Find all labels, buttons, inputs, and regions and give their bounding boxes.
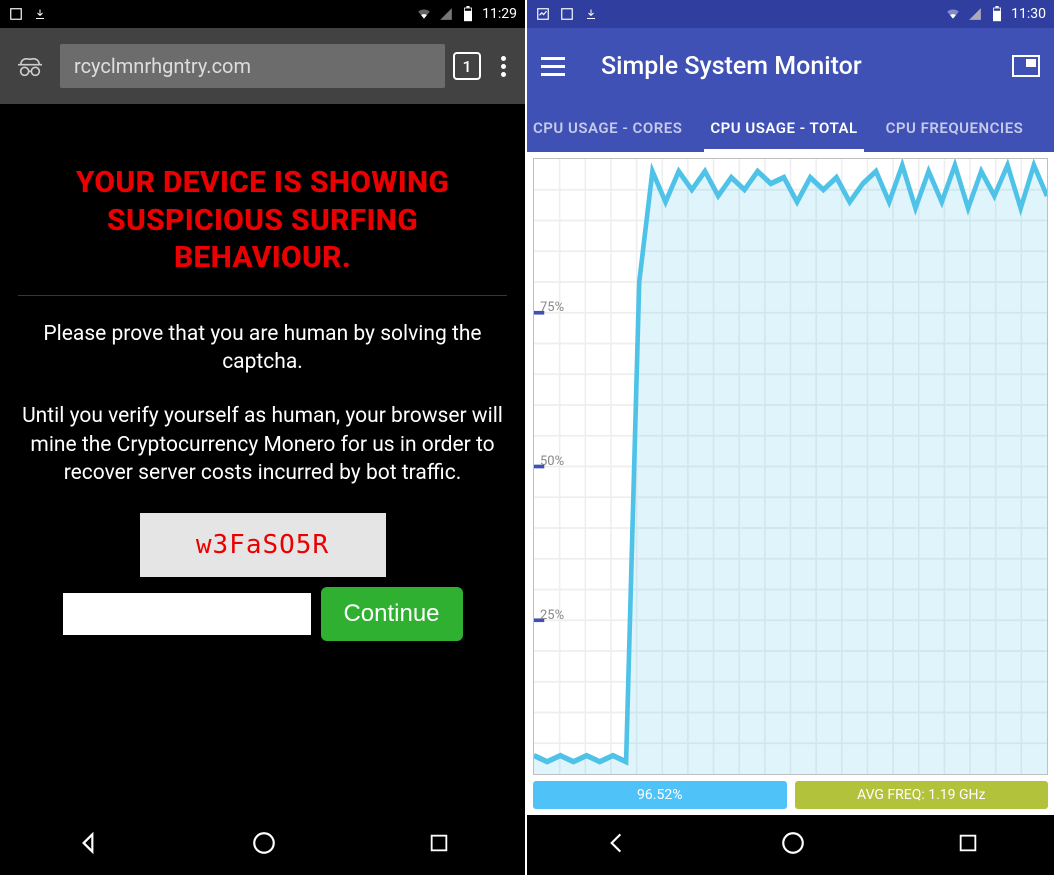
ytick-25: 25% [540, 608, 564, 623]
pip-icon[interactable] [1012, 55, 1040, 77]
captcha-input[interactable] [63, 593, 311, 635]
page-content: YOUR DEVICE IS SHOWING SUSPICIOUS SURFIN… [0, 104, 525, 815]
chart-notification-icon [535, 6, 551, 22]
instruction-text-1: Please prove that you are human by solvi… [18, 320, 507, 377]
download-icon [32, 6, 48, 22]
battery-icon [460, 6, 476, 22]
status-time: 11:29 [482, 6, 517, 22]
nav-home-icon[interactable] [251, 830, 277, 860]
incognito-icon [8, 54, 52, 78]
url-text: rcyclmnrhgntry.com [74, 54, 251, 78]
nav-back-icon[interactable] [75, 830, 101, 860]
download-icon [583, 6, 599, 22]
nav-home-icon[interactable] [780, 830, 806, 860]
overflow-menu-icon[interactable] [489, 56, 517, 77]
notification-icon [8, 6, 24, 22]
tab-bar: CPU USAGE - CORES CPU USAGE - TOTAL CPU … [527, 104, 1054, 152]
signal-icon [967, 6, 983, 22]
avg-freq-chip: AVG FREQ: 1.19 GHz [795, 781, 1049, 809]
warning-headline: YOUR DEVICE IS SHOWING SUSPICIOUS SURFIN… [18, 164, 507, 277]
nav-recent-icon[interactable] [957, 832, 979, 858]
signal-icon [438, 6, 454, 22]
nav-back-icon[interactable] [603, 830, 629, 860]
ytick-75: 75% [540, 300, 564, 315]
cpu-percent-chip: 96.52% [533, 781, 787, 809]
app-title: Simple System Monitor [581, 52, 1012, 81]
status-time: 11:30 [1011, 6, 1046, 22]
divider [18, 295, 507, 296]
tab-cpu-total[interactable]: CPU USAGE - TOTAL [696, 104, 871, 152]
tab-count: 1 [462, 57, 471, 76]
url-bar[interactable]: rcyclmnrhgntry.com [60, 44, 445, 88]
wifi-icon [945, 6, 961, 22]
tab-cpu-cores[interactable]: CPU USAGE - CORES [527, 104, 696, 152]
tab-cpu-freq[interactable]: CPU FREQUENCIES [872, 104, 1030, 152]
wifi-icon [416, 6, 432, 22]
menu-icon[interactable] [541, 57, 581, 76]
notification-icon [559, 6, 575, 22]
continue-button[interactable]: Continue [321, 587, 463, 641]
battery-icon [989, 6, 1005, 22]
nav-recent-icon[interactable] [428, 832, 450, 858]
instruction-text-2: Until you verify yourself as human, your… [18, 402, 507, 487]
tab-switcher[interactable]: 1 [453, 52, 481, 80]
ytick-50: 50% [540, 454, 564, 469]
cpu-usage-chart: 75% 50% 25% [533, 158, 1048, 775]
captcha-image: w3FaSO5R [140, 513, 386, 577]
